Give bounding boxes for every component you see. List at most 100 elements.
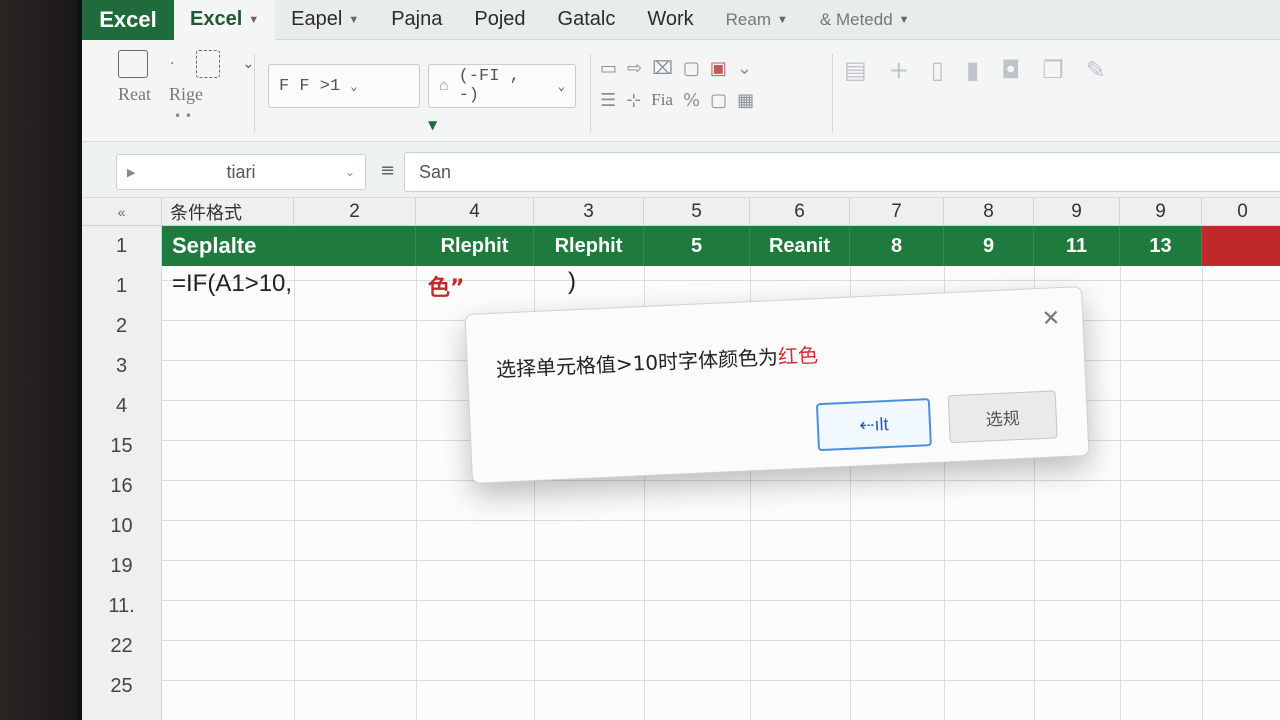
row-header[interactable]: 15 bbox=[82, 426, 161, 466]
indent-icon[interactable]: ☰ bbox=[600, 90, 616, 111]
document-icon[interactable]: ▯ bbox=[931, 56, 944, 84]
row-header[interactable]: 1 bbox=[82, 226, 161, 266]
tab-metedd-label: & Metedd bbox=[819, 9, 893, 29]
tab-excel[interactable]: Excel ▼ bbox=[174, 0, 276, 40]
ribbon-icons-faded: ▤ + ▯ ▮ ◘ ❐ ✎ bbox=[844, 56, 1106, 84]
close-icon[interactable]: ✕ bbox=[1041, 306, 1061, 332]
row-header[interactable]: 1 bbox=[82, 266, 161, 306]
header-cell[interactable]: Reanit bbox=[750, 226, 850, 266]
ribbon-dropdown-2[interactable]: ⌂ (-FI , -) ⌄ bbox=[428, 64, 576, 108]
align-icon[interactable]: ▭ bbox=[600, 58, 617, 79]
ribbon-label-fia: Fia bbox=[651, 90, 673, 109]
header-cell[interactable]: 13 bbox=[1120, 226, 1202, 266]
copy-icon[interactable]: ❐ bbox=[1042, 56, 1064, 84]
chevron-down-icon: ⌄ bbox=[344, 165, 355, 179]
formula-cell[interactable]: =IF(A1>10, bbox=[172, 270, 292, 298]
tab-gatalc[interactable]: Gatalc bbox=[542, 0, 632, 40]
formula-input-value: San bbox=[419, 161, 452, 182]
formula-bar: ▶ tiari ⌄ ≡ San bbox=[82, 142, 1280, 198]
chevron-down-icon: ▼ bbox=[898, 13, 910, 26]
chevron-down-icon[interactable]: ⌄ bbox=[737, 58, 752, 79]
tab-brand[interactable]: Excel bbox=[82, 0, 174, 40]
more-icon[interactable]: • • bbox=[174, 109, 254, 123]
header-cell[interactable]: Rlephit bbox=[416, 226, 534, 266]
row-header[interactable]: 3 bbox=[82, 346, 161, 386]
dot-icon: · bbox=[170, 56, 175, 72]
brush-icon[interactable]: ⌧ bbox=[652, 58, 673, 79]
square-icon[interactable]: ▢ bbox=[710, 90, 727, 111]
column-header[interactable]: 7 bbox=[850, 198, 944, 226]
header-cell[interactable]: 5 bbox=[644, 226, 750, 266]
header-cell[interactable]: Seplalte bbox=[162, 226, 416, 266]
grid-icon[interactable]: ▦ bbox=[737, 90, 754, 111]
clipboard-icon[interactable]: ▮ bbox=[966, 56, 979, 84]
chevron-down-icon: ▼ bbox=[348, 13, 360, 26]
tab-metedd[interactable]: & Metedd ▼ bbox=[804, 0, 926, 40]
shape-icon[interactable]: ◘ bbox=[1001, 56, 1020, 84]
ribbon-label-reat: Reat bbox=[118, 84, 151, 104]
tab-excel-label: Excel bbox=[190, 8, 243, 30]
column-headers: « 条件格式 2 4 3 5 6 7 8 9 9 0 bbox=[82, 198, 1280, 226]
ribbon-dropdown-1[interactable]: F F >1 ⌄ bbox=[268, 64, 420, 108]
cancel-button[interactable]: 选规 bbox=[947, 390, 1058, 444]
row-header[interactable]: 11. bbox=[82, 586, 161, 626]
header-cell[interactable]: Rlephit bbox=[534, 226, 644, 266]
select-all-corner[interactable]: « bbox=[82, 198, 162, 226]
tab-pajna[interactable]: Pajna bbox=[375, 0, 458, 40]
column-header[interactable]: 6 bbox=[750, 198, 850, 226]
header-row: Seplalte Rlephit Rlephit 5 Reanit 8 9 11… bbox=[162, 226, 1280, 266]
row-header[interactable]: 25 bbox=[82, 666, 161, 706]
percent-icon[interactable]: % bbox=[683, 90, 700, 111]
row-header[interactable]: 4 bbox=[82, 386, 161, 426]
header-cell[interactable]: 8 bbox=[850, 226, 944, 266]
table-icon[interactable]: ▤ bbox=[844, 56, 867, 84]
excel-window: Excel Excel ▼ Eapel ▼ Pajna Pojed Gatalc W… bbox=[78, 0, 1280, 720]
gridline bbox=[1120, 226, 1121, 720]
ribbon-dropdown-2-value: (-FI , -) bbox=[458, 67, 520, 105]
row-header[interactable]: 10 bbox=[82, 506, 161, 546]
column-header[interactable]: 9 bbox=[1034, 198, 1120, 226]
fill-icon[interactable]: ▣ bbox=[710, 58, 727, 79]
column-header[interactable]: 4 bbox=[416, 198, 534, 226]
dialog-message-highlight: 红色 bbox=[777, 343, 819, 369]
ribbon-separator bbox=[832, 54, 833, 132]
column-header[interactable]: 0 bbox=[1202, 198, 1280, 226]
ok-button[interactable]: ⇠ılt bbox=[815, 398, 932, 452]
ribbon-body: · ⌄ Reat Rige • • F F >1 ⌄ ⌂ (-FI , -) ⌄… bbox=[82, 40, 1280, 142]
column-header[interactable]: 条件格式 bbox=[162, 198, 294, 226]
plus-icon[interactable]: + bbox=[889, 56, 909, 84]
page-icon bbox=[196, 50, 221, 78]
arrow-icon[interactable]: ⇨ bbox=[627, 58, 642, 79]
paren-cell[interactable]: ) bbox=[568, 268, 576, 296]
ribbon-separator bbox=[590, 54, 591, 132]
column-header[interactable]: 2 bbox=[294, 198, 416, 226]
tab-ream[interactable]: Ream ▼ bbox=[710, 0, 804, 40]
row-header[interactable]: 16 bbox=[82, 466, 161, 506]
formula-input[interactable]: San bbox=[404, 152, 1280, 192]
column-header[interactable]: 8 bbox=[944, 198, 1034, 226]
header-cell[interactable] bbox=[1202, 226, 1280, 266]
tab-work[interactable]: Work bbox=[631, 0, 709, 40]
gridline bbox=[416, 226, 417, 720]
header-cell[interactable]: 9 bbox=[944, 226, 1034, 266]
column-header[interactable]: 5 bbox=[644, 198, 750, 226]
dialog-message: 选择单元格值>10时字体颜色为红色 bbox=[495, 339, 818, 383]
name-box[interactable]: ▶ tiari ⌄ bbox=[116, 154, 366, 190]
row-header[interactable]: 22 bbox=[82, 626, 161, 666]
row-header[interactable]: 19 bbox=[82, 546, 161, 586]
header-cell[interactable]: 11 bbox=[1034, 226, 1120, 266]
column-header[interactable]: 9 bbox=[1120, 198, 1202, 226]
row-header[interactable]: 2 bbox=[82, 306, 161, 346]
plus-icon[interactable]: ⊹ bbox=[626, 90, 641, 111]
play-icon: ▶ bbox=[127, 166, 136, 179]
tab-pojed[interactable]: Pojed bbox=[458, 0, 541, 40]
ribbon-group-reat[interactable]: · ⌄ Reat Rige • • bbox=[118, 50, 254, 123]
border-icon[interactable]: ▢ bbox=[683, 58, 700, 79]
brush-icon[interactable]: ✎ bbox=[1086, 56, 1106, 84]
tab-eapel[interactable]: Eapel ▼ bbox=[275, 0, 375, 40]
ribbon-separator bbox=[254, 54, 255, 132]
red-text-cell[interactable]: 色” bbox=[428, 270, 464, 302]
expand-arrow-icon[interactable]: ▼ bbox=[428, 118, 437, 132]
column-header[interactable]: 3 bbox=[534, 198, 644, 226]
function-icon[interactable]: ≡ bbox=[380, 160, 395, 181]
